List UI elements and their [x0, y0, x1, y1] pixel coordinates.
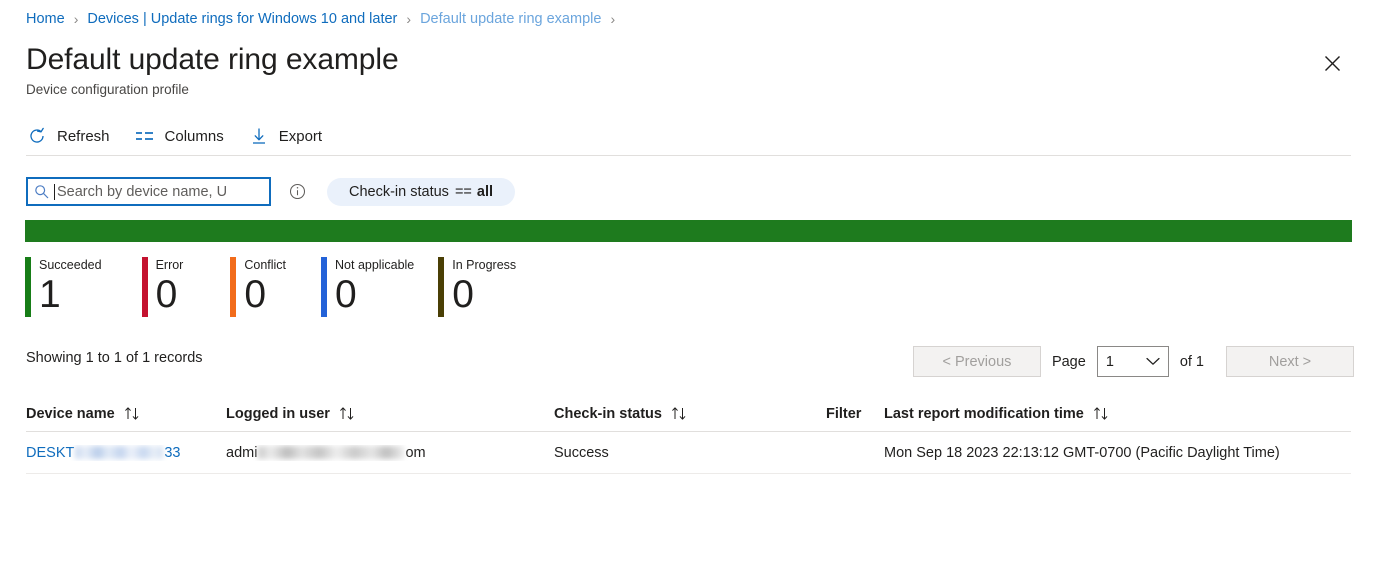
next-page-button[interactable]: Next > [1226, 346, 1354, 377]
breadcrumb-item-home[interactable]: Home [26, 8, 65, 30]
user-prefix: admi [226, 445, 257, 461]
counter-not-applicable[interactable]: Not applicable 0 [321, 257, 424, 317]
command-bar: Refresh Columns Export [26, 120, 346, 152]
page-number-select[interactable]: 1 [1097, 346, 1169, 377]
breadcrumb-separator: › [610, 8, 615, 30]
chevron-down-icon [1146, 357, 1160, 366]
of-pages-label: of 1 [1180, 354, 1204, 370]
counter-succeeded[interactable]: Succeeded 1 [25, 257, 112, 317]
refresh-icon [26, 125, 48, 147]
counter-label: Error [156, 257, 184, 273]
counter-label: In Progress [452, 257, 516, 273]
page-title: Default update ring example [26, 40, 399, 80]
columns-icon [134, 125, 156, 147]
counter-value: 0 [244, 273, 286, 317]
filter-chip-field: Check-in status [349, 184, 449, 200]
counter-label: Conflict [244, 257, 286, 273]
counter-label: Not applicable [335, 257, 414, 273]
counter-value: 0 [335, 273, 414, 317]
previous-page-button[interactable]: < Previous [913, 346, 1041, 377]
refresh-label: Refresh [57, 128, 110, 145]
column-header-filter: Filter [826, 406, 884, 422]
page-number-value: 1 [1106, 354, 1114, 370]
filter-chip-checkin-status[interactable]: Check-in status == all [327, 178, 515, 206]
redacted-text [258, 446, 404, 459]
counter-value: 1 [39, 273, 102, 317]
pagination: < Previous Page 1 of 1 Next > [913, 346, 1354, 377]
export-download-icon [248, 125, 270, 147]
table-row[interactable]: DESKT 33 admi om Success Mon Sep 18 2023 2… [26, 432, 1351, 474]
counter-conflict[interactable]: Conflict 0 [230, 257, 296, 317]
status-progress-bar [25, 220, 1352, 242]
page-subtitle: Device configuration profile [26, 81, 189, 99]
export-label: Export [279, 128, 322, 145]
search-placeholder: Search by device name, U [57, 184, 227, 200]
device-status-blade: Home › Devices | Update rings for Window… [0, 0, 1377, 587]
columns-button[interactable]: Columns [134, 120, 224, 152]
search-icon [34, 184, 49, 199]
breadcrumb: Home › Devices | Update rings for Window… [26, 8, 624, 30]
cell-device-name: DESKT 33 [26, 445, 226, 461]
column-header-label: Logged in user [226, 406, 330, 422]
cell-logged-in-user: admi om [226, 445, 554, 461]
refresh-button[interactable]: Refresh [26, 120, 110, 152]
breadcrumb-separator: › [406, 8, 411, 30]
counter-value: 0 [156, 273, 184, 317]
filter-chip-value: all [477, 184, 493, 200]
export-button[interactable]: Export [248, 120, 322, 152]
device-status-table: Device name Logged in user [26, 396, 1351, 474]
table-header-row: Device name Logged in user [26, 396, 1351, 432]
sort-arrows-icon [124, 407, 141, 420]
counter-error[interactable]: Error 0 [142, 257, 194, 317]
column-header-device-name[interactable]: Device name [26, 406, 226, 422]
search-filter-row: Search by device name, U Check-in status… [26, 177, 515, 206]
status-counters: Succeeded 1 Error 0 Conflict 0 Not appli… [25, 257, 531, 317]
column-header-label: Device name [26, 406, 115, 422]
breadcrumb-item-devices[interactable]: Devices | Update rings for Windows 10 an… [87, 8, 397, 30]
cell-last-report-modification-time: Mon Sep 18 2023 22:13:12 GMT-0700 (Pacif… [884, 445, 1344, 461]
column-header-check-in-status[interactable]: Check-in status [554, 406, 826, 422]
close-button[interactable] [1315, 46, 1349, 80]
counter-value: 0 [452, 273, 516, 317]
column-header-label: Filter [826, 406, 861, 422]
user-suffix: om [405, 445, 425, 461]
page-label: Page [1052, 354, 1086, 370]
columns-label: Columns [165, 128, 224, 145]
device-name-prefix: DESKT [26, 445, 74, 461]
close-icon [1324, 55, 1341, 72]
records-summary: Showing 1 to 1 of 1 records [26, 350, 203, 366]
sort-arrows-icon [339, 407, 356, 420]
device-name-link[interactable]: DESKT 33 [26, 445, 180, 461]
counter-label: Succeeded [39, 257, 102, 273]
toolbar-divider [26, 155, 1351, 156]
sort-arrows-icon [1093, 407, 1110, 420]
device-name-suffix: 33 [164, 445, 180, 461]
filter-chip-operator: == [455, 184, 472, 200]
cell-check-in-status: Success [554, 445, 826, 461]
column-header-logged-in-user[interactable]: Logged in user [226, 406, 554, 422]
sort-arrows-icon [671, 407, 688, 420]
breadcrumb-item-current[interactable]: Default update ring example [420, 8, 601, 30]
info-circle-icon[interactable] [289, 183, 306, 200]
text-caret [54, 184, 55, 200]
search-input[interactable]: Search by device name, U [26, 177, 271, 206]
breadcrumb-separator: › [74, 8, 79, 30]
column-header-label: Check-in status [554, 406, 662, 422]
redacted-text [75, 446, 163, 459]
column-header-last-report-modification-time[interactable]: Last report modification time [884, 406, 1344, 422]
counter-in-progress[interactable]: In Progress 0 [438, 257, 526, 317]
column-header-label: Last report modification time [884, 406, 1084, 422]
